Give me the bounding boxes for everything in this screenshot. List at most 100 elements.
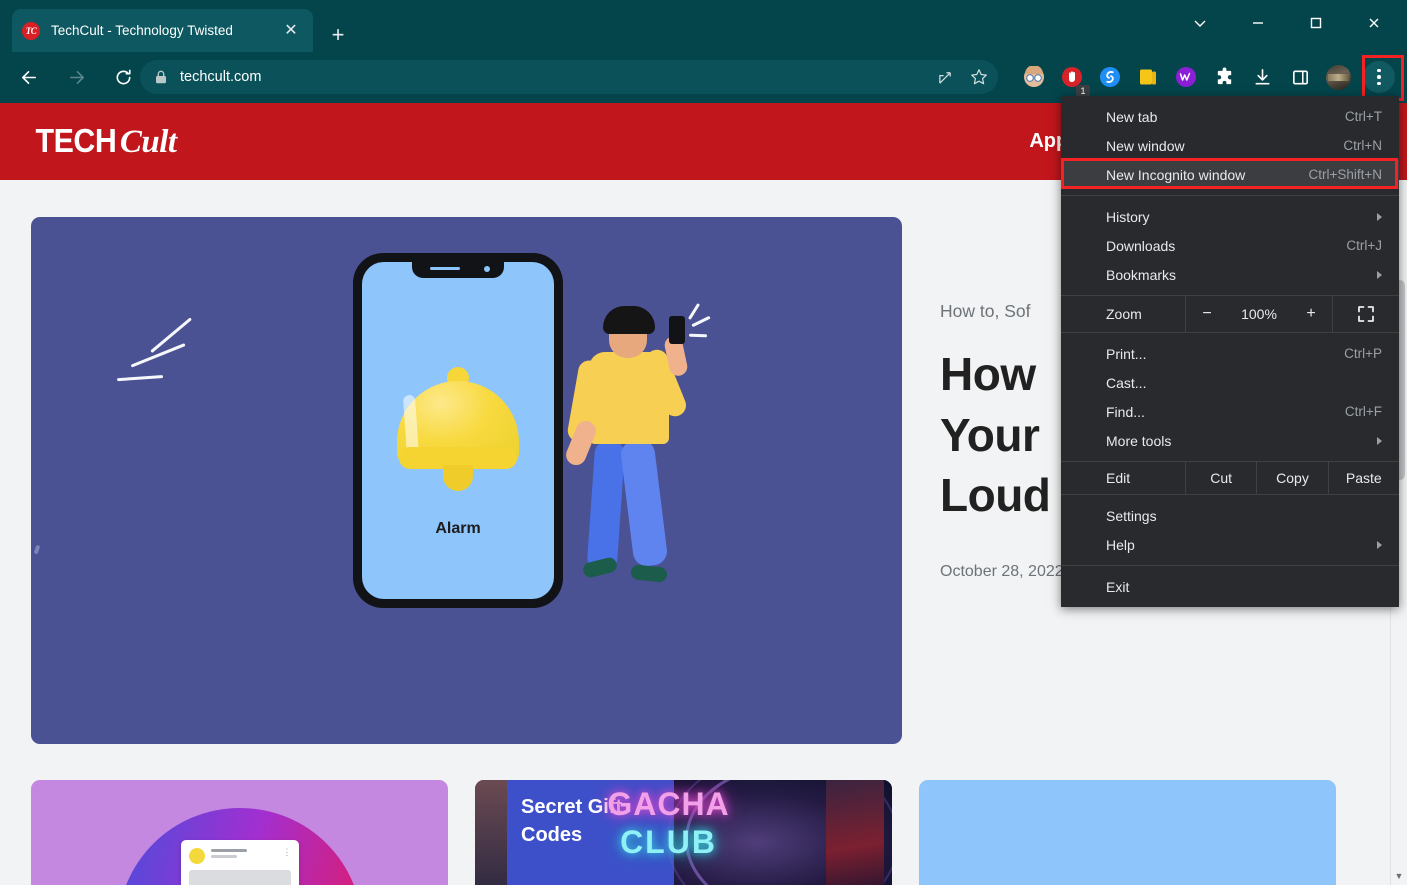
window-controls bbox=[1177, 0, 1407, 46]
alarm-label: Alarm bbox=[362, 520, 554, 538]
menu-item-shortcut: Ctrl+F bbox=[1345, 404, 1382, 419]
menu-item-label: Downloads bbox=[1106, 238, 1346, 254]
menu-item-label: Settings bbox=[1106, 508, 1382, 524]
menu-item-shortcut: Ctrl+N bbox=[1343, 138, 1382, 153]
article-card-blue[interactable] bbox=[919, 780, 1336, 885]
logo-text-cult: Cult bbox=[120, 124, 177, 161]
submenu-arrow-icon bbox=[1377, 213, 1382, 221]
zoom-out-button[interactable]: − bbox=[1186, 305, 1228, 323]
menu-item-exit[interactable]: Exit bbox=[1061, 572, 1399, 601]
chrome-main-menu: New tab Ctrl+T New window Ctrl+N New Inc… bbox=[1061, 96, 1399, 607]
minimize-icon[interactable] bbox=[1235, 6, 1281, 40]
phone-mockup: Alarm bbox=[353, 253, 563, 608]
menu-item-label: New Incognito window bbox=[1106, 167, 1308, 183]
techcult-logo[interactable]: TECHCult bbox=[32, 122, 177, 161]
logo-text-tech: TECH bbox=[36, 122, 117, 160]
menu-item-new-window[interactable]: New window Ctrl+N bbox=[1061, 131, 1399, 160]
reload-icon[interactable] bbox=[106, 61, 140, 95]
menu-item-new-tab[interactable]: New tab Ctrl+T bbox=[1061, 102, 1399, 131]
chevron-down-icon[interactable] bbox=[1177, 6, 1223, 40]
card-gacha-neon-2: CLUB bbox=[475, 824, 862, 861]
close-tab-icon[interactable]: ✕ bbox=[279, 19, 303, 43]
menu-item-label: Find... bbox=[1106, 404, 1345, 420]
submenu-arrow-icon bbox=[1377, 541, 1382, 549]
edit-copy-button[interactable]: Copy bbox=[1256, 462, 1327, 494]
share-icon[interactable] bbox=[930, 62, 960, 92]
zoom-in-button[interactable]: + bbox=[1290, 305, 1332, 323]
menu-item-shortcut: Ctrl+Shift+N bbox=[1308, 167, 1382, 182]
menu-item-print[interactable]: Print... Ctrl+P bbox=[1061, 339, 1399, 368]
menu-item-shortcut: Ctrl+J bbox=[1346, 238, 1382, 253]
profile-avatar[interactable] bbox=[1319, 58, 1357, 96]
address-bar-url: techcult.com bbox=[180, 69, 261, 85]
puzzle-extensions-icon[interactable] bbox=[1205, 58, 1243, 96]
chrome-menu-button[interactable] bbox=[1359, 57, 1399, 97]
tab-title: TechCult - Technology Twisted bbox=[51, 23, 279, 38]
menu-item-label: Exit bbox=[1106, 579, 1382, 595]
menu-item-help[interactable]: Help bbox=[1061, 530, 1399, 559]
article-card-instagram[interactable]: ⋮ bbox=[31, 780, 448, 885]
downloads-icon[interactable] bbox=[1243, 58, 1281, 96]
menu-item-find[interactable]: Find... Ctrl+F bbox=[1061, 397, 1399, 426]
menu-item-history[interactable]: History bbox=[1061, 202, 1399, 231]
tab-favicon-icon: TC bbox=[22, 22, 40, 40]
article-cards-row: ⋮ Secret Gift Codes GACHA bbox=[0, 780, 1407, 885]
menu-item-label: Help bbox=[1106, 537, 1369, 553]
address-bar-actions bbox=[930, 60, 994, 94]
profile-face-extension-icon[interactable] bbox=[1015, 58, 1053, 96]
scroll-down-arrow-icon[interactable]: ▼ bbox=[1391, 871, 1407, 881]
menu-item-label: More tools bbox=[1106, 433, 1369, 449]
browser-window: TC TechCult - Technology Twisted ✕ + bbox=[0, 0, 1407, 885]
menu-item-shortcut: Ctrl+T bbox=[1345, 109, 1382, 124]
shazam-extension-icon[interactable] bbox=[1091, 58, 1129, 96]
menu-item-label: New tab bbox=[1106, 109, 1345, 125]
maximize-icon[interactable] bbox=[1293, 6, 1339, 40]
menu-item-new-incognito-window[interactable]: New Incognito window Ctrl+Shift+N bbox=[1061, 160, 1399, 189]
tab-strip: TC TechCult - Technology Twisted ✕ + bbox=[0, 0, 1407, 52]
menu-separator bbox=[1061, 565, 1399, 566]
menu-item-label: Cast... bbox=[1106, 375, 1382, 391]
menu-item-more-tools[interactable]: More tools bbox=[1061, 426, 1399, 455]
edit-cut-button[interactable]: Cut bbox=[1185, 462, 1256, 494]
pocket-extension-icon[interactable] bbox=[1129, 58, 1167, 96]
menu-item-label: History bbox=[1106, 209, 1369, 225]
submenu-arrow-icon bbox=[1377, 437, 1382, 445]
new-tab-button[interactable]: + bbox=[322, 19, 354, 51]
forward-arrow-icon[interactable] bbox=[59, 61, 93, 95]
fullscreen-icon[interactable] bbox=[1333, 296, 1399, 332]
extensions-area: 1 bbox=[1015, 58, 1399, 96]
article-card-gacha-club[interactable]: Secret Gift Codes GACHA CLUB bbox=[475, 780, 892, 885]
edit-paste-button[interactable]: Paste bbox=[1328, 462, 1399, 494]
lock-icon bbox=[152, 68, 170, 86]
menu-separator bbox=[1061, 195, 1399, 196]
hero-illustration: Alarm bbox=[31, 217, 902, 744]
edit-label: Edit bbox=[1061, 462, 1185, 494]
menu-item-settings[interactable]: Settings bbox=[1061, 501, 1399, 530]
phone-notch bbox=[412, 262, 504, 278]
bookmark-star-icon[interactable] bbox=[964, 62, 994, 92]
zoom-label: Zoom bbox=[1061, 296, 1185, 332]
card-gacha-neon-1: GACHA bbox=[475, 786, 862, 823]
menu-zoom-row: Zoom − 100% + bbox=[1061, 295, 1399, 333]
person-illustration bbox=[551, 302, 699, 602]
menu-item-label: New window bbox=[1106, 138, 1343, 154]
menu-item-downloads[interactable]: Downloads Ctrl+J bbox=[1061, 231, 1399, 260]
address-bar[interactable]: techcult.com bbox=[140, 60, 998, 94]
menu-item-shortcut: Ctrl+P bbox=[1344, 346, 1382, 361]
menu-item-label: Print... bbox=[1106, 346, 1344, 362]
bell-icon bbox=[397, 367, 519, 479]
wordtune-extension-icon[interactable] bbox=[1167, 58, 1205, 96]
side-panel-icon[interactable] bbox=[1281, 58, 1319, 96]
zoom-level-value: 100% bbox=[1228, 306, 1290, 322]
back-arrow-icon[interactable] bbox=[12, 61, 46, 95]
decorative-dot bbox=[34, 545, 41, 555]
close-window-icon[interactable] bbox=[1351, 6, 1397, 40]
submenu-arrow-icon bbox=[1377, 271, 1382, 279]
browser-tab[interactable]: TC TechCult - Technology Twisted ✕ bbox=[12, 9, 313, 52]
adblock-extension-icon[interactable]: 1 bbox=[1053, 58, 1091, 96]
favicon-text: TC bbox=[26, 26, 37, 36]
menu-item-cast[interactable]: Cast... bbox=[1061, 368, 1399, 397]
three-dot-menu-icon[interactable] bbox=[1363, 61, 1395, 93]
menu-item-label: Bookmarks bbox=[1106, 267, 1369, 283]
menu-item-bookmarks[interactable]: Bookmarks bbox=[1061, 260, 1399, 289]
